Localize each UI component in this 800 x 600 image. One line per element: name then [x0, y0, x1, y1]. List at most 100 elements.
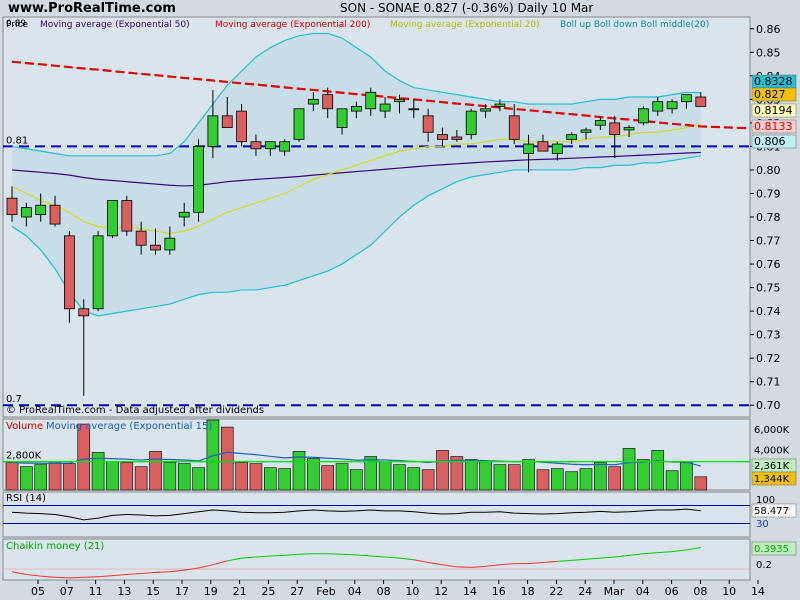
volume-ref-label: 2,800K — [6, 451, 42, 462]
chaikin-tick: 0.2 — [756, 560, 772, 571]
last-value-label: 0.806 — [754, 135, 786, 148]
symbol-info: SON - SONAE 0.827 (-0.36%) Daily 10 Mar — [340, 1, 594, 15]
candle-body — [394, 98, 405, 103]
x-tick-label: 24 — [578, 585, 592, 598]
x-tick-label: 08 — [693, 585, 707, 598]
volume-tick-label: 6,000K — [754, 425, 790, 436]
volume-bar — [565, 471, 578, 491]
volume-bar — [637, 459, 650, 491]
price-tick-label: 0.76 — [756, 258, 781, 271]
candle-body — [92, 235, 104, 310]
rsi-legend: RSI (14) — [6, 493, 46, 504]
chaikin-segment — [55, 576, 70, 579]
candle-body — [566, 134, 578, 140]
volume-last-value: 1,344K — [754, 474, 790, 485]
last-value-label: 0.8133 — [754, 120, 793, 133]
candle-body — [293, 108, 305, 140]
candle-body — [551, 143, 563, 154]
legend-ma50: Moving average (Exponential 50) — [40, 20, 190, 30]
price-chart: 0.810.70.860.850.840.830.820.810.800.790… — [2, 16, 797, 598]
chaikin-segment — [327, 553, 343, 555]
candle-body — [451, 136, 463, 140]
volume-bar — [694, 476, 708, 491]
x-tick-label: 13 — [117, 585, 131, 598]
x-tick-label: 14 — [463, 585, 477, 598]
volume-bar — [192, 467, 205, 491]
volume-tick-label: 4,000K — [754, 445, 790, 456]
volume-bar — [536, 469, 550, 491]
candle-body — [150, 244, 161, 251]
candle-body — [666, 101, 678, 110]
volume-bar — [622, 448, 636, 491]
x-tick-label: 10 — [405, 585, 419, 598]
x-tick-label: 06 — [665, 585, 679, 598]
candle-body — [193, 146, 204, 213]
x-tick-label: 05 — [31, 585, 45, 598]
volume-bar — [378, 461, 392, 491]
volume-bar — [5, 462, 19, 491]
candle-body — [6, 197, 18, 216]
x-tick-label: 10 — [722, 585, 736, 598]
x-tick-label: 17 — [175, 585, 189, 598]
candle-body — [322, 94, 334, 110]
candle-body — [623, 127, 635, 131]
x-tick-label: 04 — [348, 585, 362, 598]
chaikin-legend: Chaikin money (21) — [6, 541, 104, 552]
candle-body — [20, 207, 32, 218]
candle-body — [408, 108, 420, 111]
candle-body — [250, 141, 262, 150]
chaikin-value: 0.3935 — [754, 544, 789, 555]
candle-body — [121, 200, 133, 232]
volume-bar — [493, 464, 507, 491]
price-tick-label: 0.79 — [756, 187, 781, 200]
volume-bar — [321, 465, 335, 491]
price-tick-label: 0.78 — [756, 211, 781, 224]
volume-bar — [220, 426, 234, 491]
volume-bar — [407, 467, 421, 491]
x-tick-label: 22 — [549, 585, 563, 598]
price-tick-label: 0.75 — [756, 282, 781, 295]
candle-body — [537, 141, 549, 152]
volume-bar — [594, 462, 607, 491]
candle-body — [78, 308, 90, 317]
x-tick-label: 08 — [377, 585, 391, 598]
volume-bar — [680, 462, 693, 491]
chaikin-segment — [342, 553, 357, 556]
volume-bar — [550, 468, 564, 491]
candle-body — [681, 94, 692, 103]
site-name[interactable]: www.ProRealTime.com — [8, 1, 176, 16]
volume-ma-value: 2,361K — [754, 461, 790, 472]
candle-body — [207, 115, 219, 147]
volume-bar — [307, 458, 320, 491]
volume-bar — [393, 464, 406, 491]
volume-bar — [77, 423, 91, 491]
x-tick-label: 21 — [233, 585, 247, 598]
candle-body — [164, 237, 176, 251]
volume-bar — [651, 450, 665, 491]
volume-bar — [278, 468, 291, 491]
x-tick-label: 15 — [146, 585, 160, 598]
volume-bar — [479, 461, 492, 491]
candle-body — [508, 115, 520, 140]
candle-body — [594, 120, 606, 126]
last-value-label: 0.827 — [754, 88, 786, 101]
rsi-panel — [2, 491, 751, 538]
x-tick-label: Feb — [316, 585, 335, 598]
price-tick-label: 0.71 — [756, 376, 781, 389]
rsi-value: 58.477 — [754, 506, 789, 517]
candle-body — [437, 134, 448, 140]
chaikin-segment — [155, 571, 170, 573]
volume-bar — [120, 462, 134, 491]
x-tick-label: 04 — [636, 585, 650, 598]
volume-bar — [48, 462, 62, 491]
rsi-tick-30: 30 — [756, 519, 769, 530]
last-value-label: 0.8328 — [754, 75, 793, 88]
legend-price: Price — [6, 20, 28, 30]
volume-bar — [63, 463, 76, 491]
volume-bar — [20, 466, 33, 491]
x-tick-label: 18 — [521, 585, 535, 598]
volume-bar — [163, 462, 177, 491]
candle-body — [494, 103, 506, 107]
volume-bar — [608, 466, 622, 491]
volume-bar — [350, 469, 363, 491]
